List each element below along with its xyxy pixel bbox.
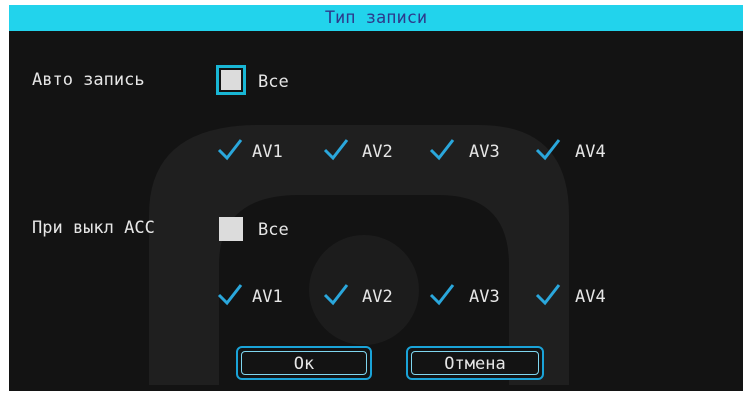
check-icon	[217, 139, 243, 161]
acc-off-all-checkbox[interactable]	[219, 217, 243, 241]
channel-label: AV1	[252, 287, 283, 307]
channel-label: AV3	[469, 287, 500, 307]
cancel-button[interactable]: Отмена	[406, 346, 544, 380]
check-icon	[535, 139, 561, 161]
logo-watermark-icon	[149, 125, 569, 385]
check-icon	[429, 284, 455, 306]
cancel-button-label: Отмена	[411, 351, 539, 375]
check-icon	[323, 284, 349, 306]
channel-label: AV2	[362, 142, 393, 162]
auto-record-label: Авто запись	[32, 70, 145, 90]
channel-label: AV4	[575, 142, 606, 162]
channel-label: AV2	[362, 287, 393, 307]
auto-record-all-checkbox[interactable]	[216, 65, 246, 95]
channel-label: AV4	[575, 287, 606, 307]
check-icon	[535, 284, 561, 306]
channel-label: AV3	[469, 142, 500, 162]
record-type-dialog: Тип записи Авто запись Все AV1 AV2 AV3 A…	[9, 5, 743, 391]
check-icon	[217, 284, 243, 306]
dialog-title: Тип записи	[9, 5, 743, 31]
auto-record-all-label: Все	[258, 72, 289, 92]
acc-off-all-label: Все	[258, 220, 289, 240]
acc-off-label: При выкл ACC	[32, 218, 155, 238]
ok-button-label: Ок	[241, 351, 367, 375]
checkbox-fill	[221, 70, 241, 90]
ok-button[interactable]: Ок	[236, 346, 372, 380]
check-icon	[323, 139, 349, 161]
channel-label: AV1	[252, 142, 283, 162]
check-icon	[429, 139, 455, 161]
